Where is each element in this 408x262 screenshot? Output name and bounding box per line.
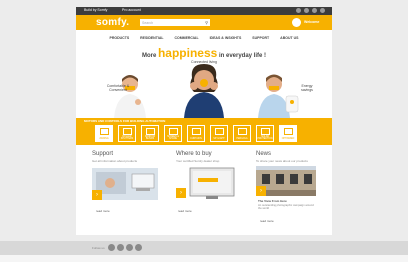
where-to-buy-title[interactable]: Where to buy [176, 151, 212, 157]
tile-label: CURTAINS [190, 138, 202, 140]
nav-item-about[interactable]: ABOUT US [280, 36, 298, 40]
tile-label: OPTIMIZED [281, 138, 295, 140]
tile-label: WINDOW BLINDS [144, 136, 156, 140]
news-teaser: An outstanding photographic campaign aro… [258, 204, 314, 210]
pergola-icon [238, 128, 247, 135]
nav-item-support[interactable]: SUPPORT [252, 36, 269, 40]
skylight-icon [215, 128, 224, 135]
social-icon[interactable] [296, 8, 301, 13]
support-arrow-button[interactable]: › [92, 190, 102, 200]
header: somfy. Search ⚲ Welcome [76, 15, 332, 30]
tile-solar-protection[interactable]: SOLAR PROTECTION [256, 125, 274, 142]
hero-caption-comfort: Comfortable & Convenient [106, 84, 130, 92]
tile-roller-shutters[interactable]: ROLLER SHUTTERS [118, 125, 136, 142]
where-to-buy-arrow-button[interactable]: › [176, 188, 186, 198]
hero-caption-connected: Connected living [191, 60, 217, 64]
social-icon[interactable] [304, 8, 309, 13]
curtain-icon [192, 128, 201, 135]
footer: Follow us [0, 241, 408, 255]
hero-prefix: More [141, 53, 157, 59]
nav-item-products[interactable]: PRODUCTS [110, 36, 130, 40]
tile-skylight[interactable]: SKYLIGHT [210, 125, 228, 142]
facebook-icon[interactable] [108, 244, 115, 251]
awning-icon [100, 128, 109, 135]
news-arrow-button[interactable]: › [256, 186, 266, 196]
band-label: MOTORS AND CONTROLS FOR BUILDING AUTOMAT… [84, 119, 166, 123]
roller-shutter-icon [123, 128, 132, 135]
nav-item-ideas[interactable]: IDEAS & INSIGHTS [210, 36, 242, 40]
tile-optimized[interactable]: OPTIMIZED [279, 125, 297, 142]
support-title[interactable]: Support [92, 151, 113, 157]
tile-awning[interactable]: AWNING [95, 125, 113, 142]
hero-caption-energy: Energy savings [301, 84, 313, 92]
social-icon[interactable] [312, 8, 317, 13]
tile-screen-shade[interactable]: SCREEN & SHADE [164, 125, 182, 142]
tile-label: ROLLER SHUTTERS [120, 136, 134, 140]
nav-item-residential[interactable]: RESIDENTIAL [140, 36, 163, 40]
support-read-more[interactable]: read more [96, 209, 110, 213]
tile-curtains[interactable]: CURTAINS [187, 125, 205, 142]
hero-suffix: in everyday life ! [219, 53, 267, 59]
news-title[interactable]: News [256, 151, 271, 157]
hero-person-right [258, 74, 299, 118]
tile-label: SOLAR PROTECTION [257, 136, 273, 140]
screen-icon [169, 128, 178, 135]
where-to-buy-read-more[interactable]: read more [178, 209, 192, 213]
news-read-more[interactable]: read more [260, 219, 274, 223]
tile-pergola[interactable]: PERGOLA [233, 125, 251, 142]
hero-person-left [114, 75, 146, 118]
hero-highlight: happiness [157, 46, 218, 60]
twitter-icon[interactable] [117, 244, 124, 251]
user-icon[interactable] [292, 18, 301, 27]
bottom-strip [0, 255, 408, 262]
top-link-build[interactable]: Build by Somfy [84, 8, 107, 12]
tile-label: SKYLIGHT [213, 138, 225, 140]
youtube-icon[interactable] [126, 244, 133, 251]
tile-label: AWNING [99, 138, 109, 140]
where-to-buy-subtitle: Your certified Somfy dealer shop [176, 159, 220, 163]
somfy-logo[interactable]: somfy. [96, 17, 129, 28]
tile-window-blinds[interactable]: WINDOW BLINDS [141, 125, 159, 142]
nav-item-commercial[interactable]: COMMERCIAL [174, 36, 198, 40]
support-subtitle: Get all information about products [92, 159, 138, 163]
top-link-pro[interactable]: Pro account [122, 8, 141, 12]
search-input[interactable]: Search ⚲ [140, 19, 210, 26]
hero-person-center [184, 64, 224, 118]
news-subtitle: To share your news about our products [256, 159, 308, 163]
news-headline[interactable]: The View From Here [258, 199, 287, 203]
tile-label: PERGOLA [236, 138, 248, 140]
footer-follow-label: Follow us [92, 246, 105, 250]
solar-protection-icon [261, 128, 270, 135]
search-placeholder: Search [142, 20, 154, 25]
tile-label: SCREEN & SHADE [167, 136, 179, 140]
building-automation-band: MOTORS AND CONTROLS FOR BUILDING AUTOMAT… [76, 118, 332, 145]
social-icon[interactable] [320, 8, 325, 13]
page: Build by Somfy Pro account somfy. Search… [0, 0, 408, 262]
window-blind-icon [146, 128, 155, 135]
top-bar: Build by Somfy Pro account [76, 7, 332, 15]
hero-title: More happiness in everyday life ! [0, 46, 408, 60]
pinterest-icon[interactable] [135, 244, 142, 251]
optimized-icon [284, 128, 293, 135]
search-icon[interactable]: ⚲ [205, 20, 208, 25]
main-nav: PRODUCTS RESIDENTIAL COMMERCIAL IDEAS & … [76, 36, 332, 40]
welcome-text[interactable]: Welcome [304, 20, 319, 24]
